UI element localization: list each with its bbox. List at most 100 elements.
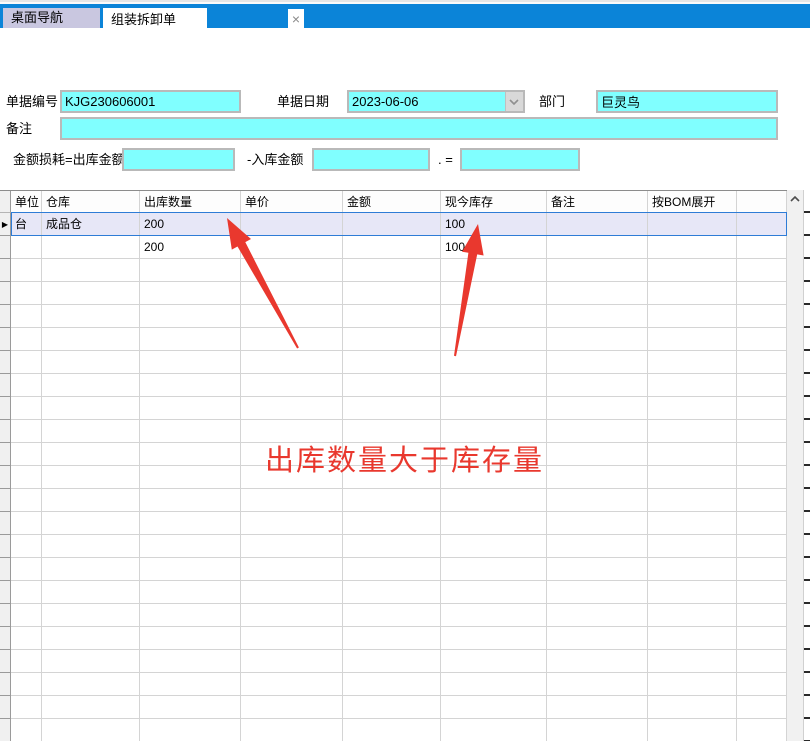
row-selector[interactable] xyxy=(0,627,11,650)
table-cell[interactable] xyxy=(547,719,648,741)
table-cell[interactable] xyxy=(648,443,737,466)
table-cell[interactable] xyxy=(343,535,441,558)
remark-input[interactable] xyxy=(60,117,778,140)
table-cell[interactable] xyxy=(42,650,140,673)
table-row[interactable] xyxy=(0,259,787,282)
table-cell[interactable] xyxy=(343,328,441,351)
table-cell[interactable] xyxy=(648,351,737,374)
table-cell[interactable] xyxy=(140,535,241,558)
table-row[interactable] xyxy=(0,489,787,512)
table-cell[interactable] xyxy=(343,351,441,374)
table-cell[interactable] xyxy=(441,328,547,351)
table-cell[interactable] xyxy=(547,650,648,673)
table-row[interactable] xyxy=(0,282,787,305)
table-cell[interactable] xyxy=(648,604,737,627)
row-selector[interactable] xyxy=(0,443,11,466)
row-selector[interactable]: ▶ xyxy=(0,213,11,236)
table-cell[interactable] xyxy=(241,305,343,328)
table-cell[interactable]: 200 xyxy=(140,236,241,259)
table-cell[interactable] xyxy=(441,512,547,535)
table-cell[interactable] xyxy=(648,466,737,489)
table-row[interactable] xyxy=(0,351,787,374)
table-cell[interactable] xyxy=(648,420,737,443)
doc-date-select[interactable]: 2023-06-06 xyxy=(347,90,525,113)
table-cell[interactable] xyxy=(547,305,648,328)
table-row[interactable] xyxy=(0,535,787,558)
table-row[interactable] xyxy=(0,719,787,741)
table-cell[interactable] xyxy=(547,466,648,489)
table-cell[interactable] xyxy=(42,305,140,328)
table-cell[interactable] xyxy=(547,397,648,420)
table-cell[interactable] xyxy=(547,581,648,604)
table-cell[interactable] xyxy=(42,282,140,305)
table-cell[interactable] xyxy=(343,282,441,305)
table-cell[interactable] xyxy=(737,328,787,351)
table-cell[interactable] xyxy=(140,512,241,535)
table-cell[interactable] xyxy=(140,328,241,351)
table-cell[interactable] xyxy=(42,443,140,466)
table-cell[interactable] xyxy=(11,374,42,397)
table-cell[interactable] xyxy=(737,719,787,741)
table-cell[interactable] xyxy=(140,305,241,328)
table-cell[interactable] xyxy=(241,397,343,420)
table-cell[interactable] xyxy=(241,489,343,512)
table-cell[interactable] xyxy=(648,719,737,741)
column-header[interactable]: 出库数量 xyxy=(140,191,241,213)
table-cell[interactable] xyxy=(241,213,343,236)
table-row[interactable] xyxy=(0,581,787,604)
table-cell[interactable] xyxy=(11,489,42,512)
table-cell[interactable] xyxy=(42,581,140,604)
table-cell[interactable] xyxy=(241,673,343,696)
table-cell[interactable] xyxy=(441,673,547,696)
table-cell[interactable] xyxy=(343,581,441,604)
table-cell[interactable] xyxy=(140,374,241,397)
table-cell[interactable] xyxy=(441,696,547,719)
table-cell[interactable] xyxy=(140,627,241,650)
row-selector[interactable] xyxy=(0,282,11,305)
table-cell[interactable] xyxy=(648,581,737,604)
column-header[interactable] xyxy=(737,191,787,213)
table-cell[interactable] xyxy=(343,213,441,236)
table-cell[interactable] xyxy=(241,558,343,581)
table-cell[interactable] xyxy=(11,673,42,696)
row-selector[interactable] xyxy=(0,535,11,558)
table-cell[interactable] xyxy=(441,282,547,305)
table-cell[interactable] xyxy=(441,259,547,282)
table-cell[interactable] xyxy=(737,696,787,719)
table-row[interactable] xyxy=(0,328,787,351)
table-cell[interactable] xyxy=(441,489,547,512)
table-cell[interactable] xyxy=(11,512,42,535)
row-selector[interactable] xyxy=(0,604,11,627)
table-cell[interactable] xyxy=(241,581,343,604)
row-selector[interactable] xyxy=(0,374,11,397)
table-cell[interactable] xyxy=(11,581,42,604)
table-cell[interactable] xyxy=(140,696,241,719)
table-cell[interactable] xyxy=(441,650,547,673)
table-cell[interactable] xyxy=(241,627,343,650)
row-selector[interactable] xyxy=(0,581,11,604)
row-selector[interactable] xyxy=(0,719,11,741)
table-cell[interactable] xyxy=(42,397,140,420)
in-amount-input[interactable] xyxy=(312,148,430,171)
table-cell[interactable] xyxy=(42,466,140,489)
table-cell[interactable] xyxy=(547,420,648,443)
table-cell[interactable] xyxy=(140,719,241,741)
table-cell[interactable]: 100 xyxy=(441,213,547,236)
table-cell[interactable] xyxy=(241,328,343,351)
table-cell[interactable] xyxy=(42,351,140,374)
table-cell[interactable] xyxy=(42,236,140,259)
table-cell[interactable] xyxy=(737,351,787,374)
scroll-up-icon[interactable] xyxy=(787,192,803,212)
table-cell[interactable] xyxy=(140,420,241,443)
table-cell[interactable] xyxy=(737,259,787,282)
column-header[interactable]: 备注 xyxy=(547,191,648,213)
table-cell[interactable] xyxy=(648,328,737,351)
table-row[interactable] xyxy=(0,696,787,719)
row-selector[interactable] xyxy=(0,558,11,581)
table-cell[interactable] xyxy=(547,351,648,374)
table-cell[interactable] xyxy=(343,236,441,259)
table-cell[interactable] xyxy=(241,351,343,374)
row-selector[interactable] xyxy=(0,673,11,696)
table-cell[interactable] xyxy=(42,696,140,719)
row-selector[interactable] xyxy=(0,696,11,719)
